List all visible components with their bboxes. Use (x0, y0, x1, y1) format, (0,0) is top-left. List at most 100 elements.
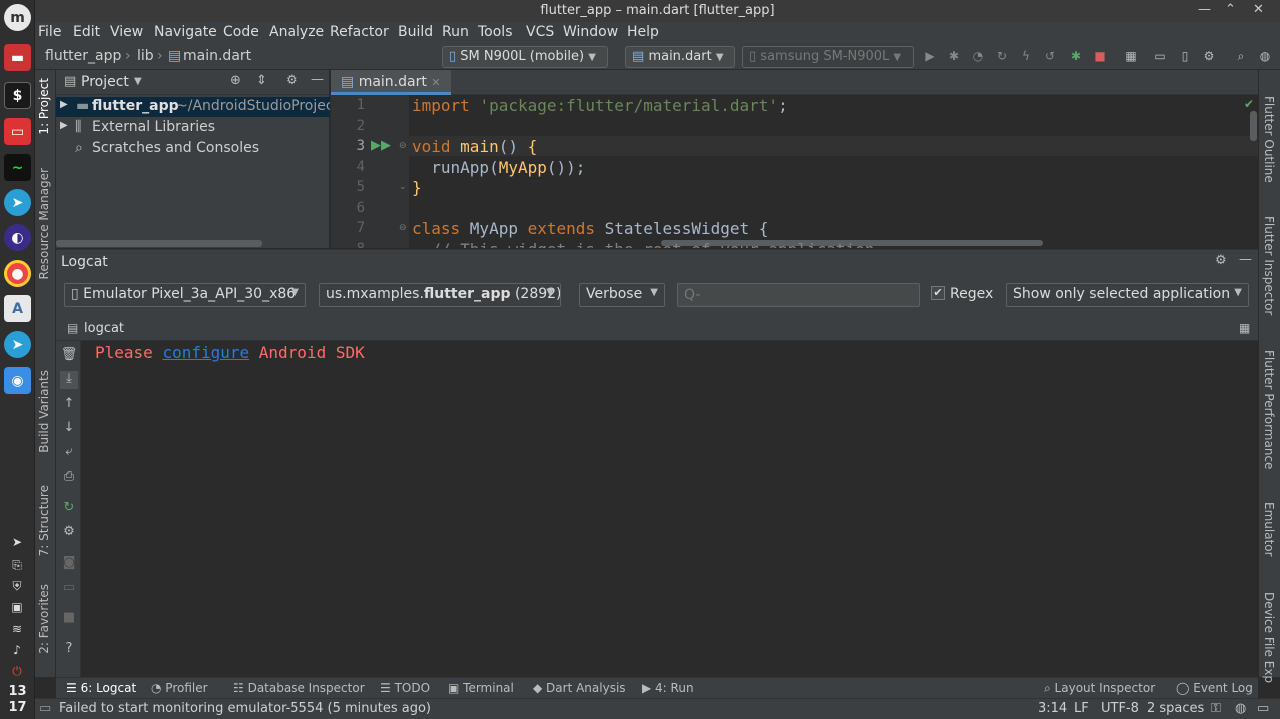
fold-marker-icon[interactable]: ⊖ (399, 141, 407, 151)
chevron-down-icon[interactable]: ▼ (134, 76, 142, 87)
settings-icon[interactable]: ⚙ (1201, 49, 1217, 65)
logcat-device-selector[interactable]: ▯ Emulator Pixel_3a_API_30_x86 ▼ (64, 283, 306, 307)
logcat-search-input[interactable] (677, 283, 920, 307)
stop-icon[interactable]: ■ (60, 610, 78, 628)
assistant-icon[interactable]: ◍ (1257, 49, 1273, 65)
menu-vcs[interactable]: VCS (526, 24, 554, 40)
shield-icon[interactable]: ⛨ (8, 579, 26, 595)
stop-icon[interactable]: ■ (1092, 49, 1108, 65)
menu-code[interactable]: Code (223, 24, 259, 40)
apply-changes-icon[interactable]: ↻ (994, 49, 1010, 65)
breadcrumb-folder[interactable]: lib (137, 48, 154, 64)
status-message[interactable]: Failed to start monitoring emulator-5554… (59, 701, 431, 716)
debug-icon[interactable]: ✱ (946, 49, 962, 65)
status-toggle-icon[interactable]: ▭ (39, 701, 51, 716)
menu-refactor[interactable]: Refactor (330, 24, 389, 40)
help-icon[interactable]: ? (60, 641, 78, 659)
tab-flutter-outline[interactable]: Flutter Outline (1262, 96, 1276, 183)
print-icon[interactable]: ⎙ (60, 469, 78, 487)
code-editor[interactable]: 1 2 3 4 5 6 7 8 ▶▶ ✔ import 'package:flutter/ma… (331, 95, 1258, 248)
code-line[interactable]: } (412, 178, 422, 197)
tab-flutter-performance[interactable]: Flutter Performance (1262, 350, 1276, 469)
close-icon[interactable]: ✕ (1253, 2, 1264, 17)
maximize-icon[interactable]: ⌃ (1225, 2, 1236, 17)
tree-item-external-libraries[interactable]: ▶ ⫼ External Libraries (56, 118, 330, 138)
logcat-output[interactable]: Please configure Android SDK (81, 341, 1258, 677)
screen-record-icon[interactable]: ▭ (60, 580, 78, 598)
tree-item-flutter-app[interactable]: ▶ ▬ flutter_app ~/AndroidStudioProject (56, 97, 330, 117)
inspection-ok-icon[interactable]: ✔ (1244, 97, 1254, 111)
minimize-icon[interactable]: — (1198, 2, 1211, 17)
telegram-tray-icon[interactable]: ➤ (8, 535, 26, 551)
terminal-icon[interactable]: $ (4, 82, 31, 109)
inspection-icon[interactable]: ◍ (1235, 701, 1246, 716)
screen-icon[interactable]: ▣ (8, 600, 26, 616)
regex-checkbox[interactable]: ✔ (931, 286, 945, 300)
profile-icon[interactable]: ◔ (970, 49, 986, 65)
search-icon[interactable]: ⌕ (1233, 49, 1249, 65)
moon-app-icon[interactable]: ◐ (4, 224, 31, 251)
collapse-all-icon[interactable]: ⇕ (256, 73, 267, 88)
code-line[interactable]: import 'package:flutter/material.dart'; (412, 96, 788, 115)
project-panel-title[interactable]: Project (81, 74, 129, 90)
logcat-filter-selector[interactable]: Show only selected application ▼ (1006, 283, 1249, 307)
run-icon[interactable]: ▶ (922, 49, 938, 65)
tab-run[interactable]: ▶ 4: Run (642, 681, 694, 695)
device-selector[interactable]: ▯ SM N900L (mobile) ▼ (442, 46, 608, 68)
folder-icon[interactable]: ▭ (4, 118, 31, 145)
target-device-selector[interactable]: ▯ samsung SM-N900L ▼ (742, 46, 914, 68)
menu-view[interactable]: View (110, 24, 143, 40)
clear-logcat-icon[interactable]: 🗑 (60, 347, 78, 365)
file-encoding[interactable]: UTF-8 (1101, 701, 1139, 716)
system-monitor-icon[interactable]: ~ (4, 154, 31, 181)
android-studio-icon[interactable]: A (4, 295, 31, 322)
menu-tools[interactable]: Tools (478, 24, 513, 40)
tab-device-file-explorer[interactable]: Device File Exp (1262, 592, 1276, 683)
lock-icon[interactable]: ⚿ (1211, 701, 1221, 716)
volume-icon[interactable]: ♪ (8, 643, 26, 659)
restart-icon[interactable]: ↻ (60, 500, 78, 518)
run-gutter-icon[interactable]: ▶▶ (371, 138, 391, 153)
hot-reload-icon[interactable]: ϟ (1018, 49, 1034, 65)
soft-wrap-icon[interactable]: ⤶ (60, 444, 78, 462)
hide-icon[interactable]: — (1239, 252, 1252, 267)
menu-file[interactable]: File (38, 24, 61, 40)
tab-database-inspector[interactable]: ☷ Database Inspector (233, 681, 365, 695)
tab-project[interactable]: 1: Project (37, 78, 51, 135)
tab-flutter-inspector[interactable]: Flutter Inspector (1262, 216, 1276, 315)
power-icon[interactable]: ⏻ (8, 664, 26, 680)
indent-setting[interactable]: 2 spaces (1147, 701, 1204, 716)
files-icon[interactable]: ▬ (4, 44, 31, 71)
menu-navigate[interactable]: Navigate (154, 24, 217, 40)
logcat-tab-label[interactable]: logcat (84, 321, 124, 336)
menu-window[interactable]: Window (563, 24, 618, 40)
hide-icon[interactable]: — (311, 72, 324, 87)
tab-resource-manager[interactable]: Resource Manager (37, 168, 51, 279)
run-config-selector[interactable]: ▤ main.dart ▼ (625, 46, 735, 68)
horizontal-scrollbar[interactable] (56, 240, 262, 247)
log-level-selector[interactable]: Verbose ▼ (579, 283, 665, 307)
expand-icon[interactable]: ▶ (60, 99, 68, 110)
tab-logcat[interactable]: ☰ 6: Logcat (66, 681, 136, 695)
scroll-to-end-icon[interactable]: ⤓ (60, 371, 78, 389)
menu-analyze[interactable]: Analyze (269, 24, 324, 40)
code-line[interactable]: void main() { (412, 137, 537, 156)
wifi-icon[interactable]: ≋ (8, 622, 26, 638)
code-line[interactable]: // This widget is the root of your appli… (412, 240, 884, 249)
camera-icon[interactable]: ◉ (4, 367, 31, 394)
tab-profiler[interactable]: ◔ Profiler (151, 681, 208, 695)
caret-position[interactable]: 3:14 (1038, 701, 1067, 716)
tab-event-log[interactable]: ◯ Event Log (1176, 681, 1253, 695)
memory-icon[interactable]: ▭ (1257, 701, 1269, 716)
tab-dart-analysis[interactable]: ◆ Dart Analysis (533, 681, 626, 695)
tab-favorites[interactable]: 2: Favorites (37, 584, 51, 654)
gear-icon[interactable]: ⚙ (60, 524, 78, 542)
breadcrumb-project[interactable]: flutter_app (45, 48, 121, 64)
clipboard-icon[interactable]: ⎘ (8, 558, 26, 574)
logcat-process-selector[interactable]: us.mxamples.flutter_app (2892) [ ▼ (319, 283, 561, 307)
telegram-2-icon[interactable]: ➤ (4, 331, 31, 358)
menu-run[interactable]: Run (442, 24, 469, 40)
gear-icon[interactable]: ⚙ (1215, 253, 1227, 268)
tab-structure[interactable]: 7: Structure (37, 485, 51, 556)
tab-todo[interactable]: ☰ TODO (380, 681, 430, 695)
